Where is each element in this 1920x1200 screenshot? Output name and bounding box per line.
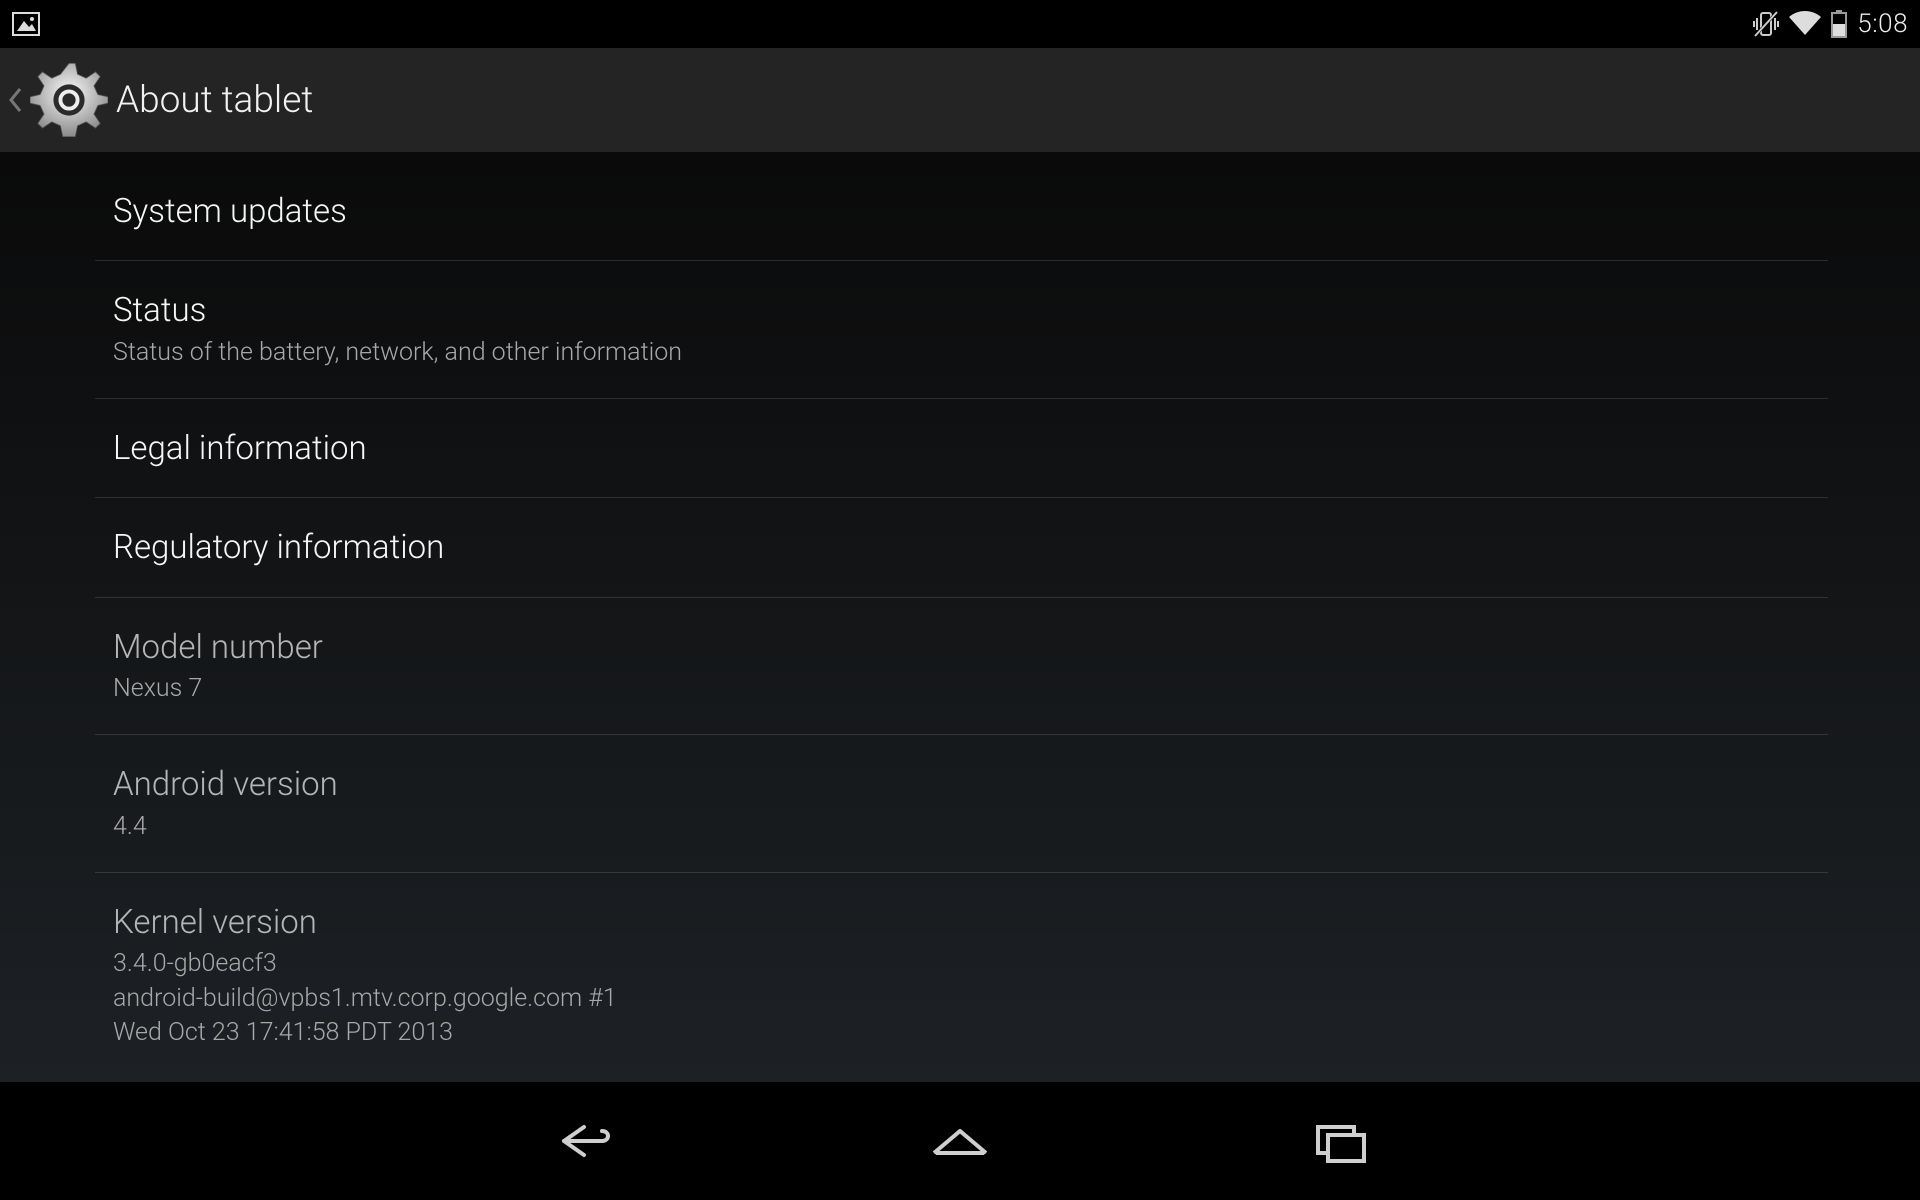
- row-title: Legal information: [113, 428, 1810, 469]
- row-subtitle: 4.4: [113, 810, 1810, 845]
- settings-list: System updates Status Status of the batt…: [95, 162, 1828, 1079]
- row-subtitle: Status of the battery, network, and othe…: [113, 336, 1810, 371]
- nav-home-button[interactable]: [910, 1111, 1010, 1171]
- nav-recents-button[interactable]: [1290, 1111, 1390, 1171]
- wifi-icon: [1789, 11, 1821, 37]
- gallery-icon: [12, 12, 40, 36]
- content-area: System updates Status Status of the batt…: [0, 152, 1920, 1082]
- row-title: Kernel version: [113, 902, 1810, 943]
- row-legal-information[interactable]: Legal information: [95, 399, 1828, 498]
- back-chevron-icon[interactable]: [8, 87, 26, 113]
- page-title: About tablet: [116, 79, 313, 122]
- status-clock: 5:08: [1857, 9, 1908, 39]
- row-status[interactable]: Status Status of the battery, network, a…: [95, 261, 1828, 399]
- navigation-bar: [0, 1082, 1920, 1200]
- row-regulatory-information[interactable]: Regulatory information: [95, 498, 1828, 597]
- row-android-version[interactable]: Android version 4.4: [95, 735, 1828, 873]
- row-subtitle: Nexus 7: [113, 672, 1810, 707]
- settings-gear-icon[interactable]: [26, 61, 112, 139]
- row-system-updates[interactable]: System updates: [95, 162, 1828, 261]
- row-title: Android version: [113, 764, 1810, 805]
- battery-icon: [1831, 10, 1847, 38]
- row-model-number[interactable]: Model number Nexus 7: [95, 598, 1828, 736]
- row-title: System updates: [113, 191, 1810, 232]
- vibrate-icon: [1753, 10, 1779, 38]
- row-title: Model number: [113, 627, 1810, 668]
- row-kernel-version[interactable]: Kernel version 3.4.0-gb0eacf3 android-bu…: [95, 873, 1828, 1079]
- row-title: Status: [113, 290, 1810, 331]
- nav-back-button[interactable]: [530, 1111, 630, 1171]
- row-subtitle: 3.4.0-gb0eacf3 android-build@vpbs1.mtv.c…: [113, 947, 1810, 1051]
- action-bar: About tablet: [0, 48, 1920, 152]
- row-title: Regulatory information: [113, 527, 1810, 568]
- status-bar[interactable]: 5:08: [0, 0, 1920, 48]
